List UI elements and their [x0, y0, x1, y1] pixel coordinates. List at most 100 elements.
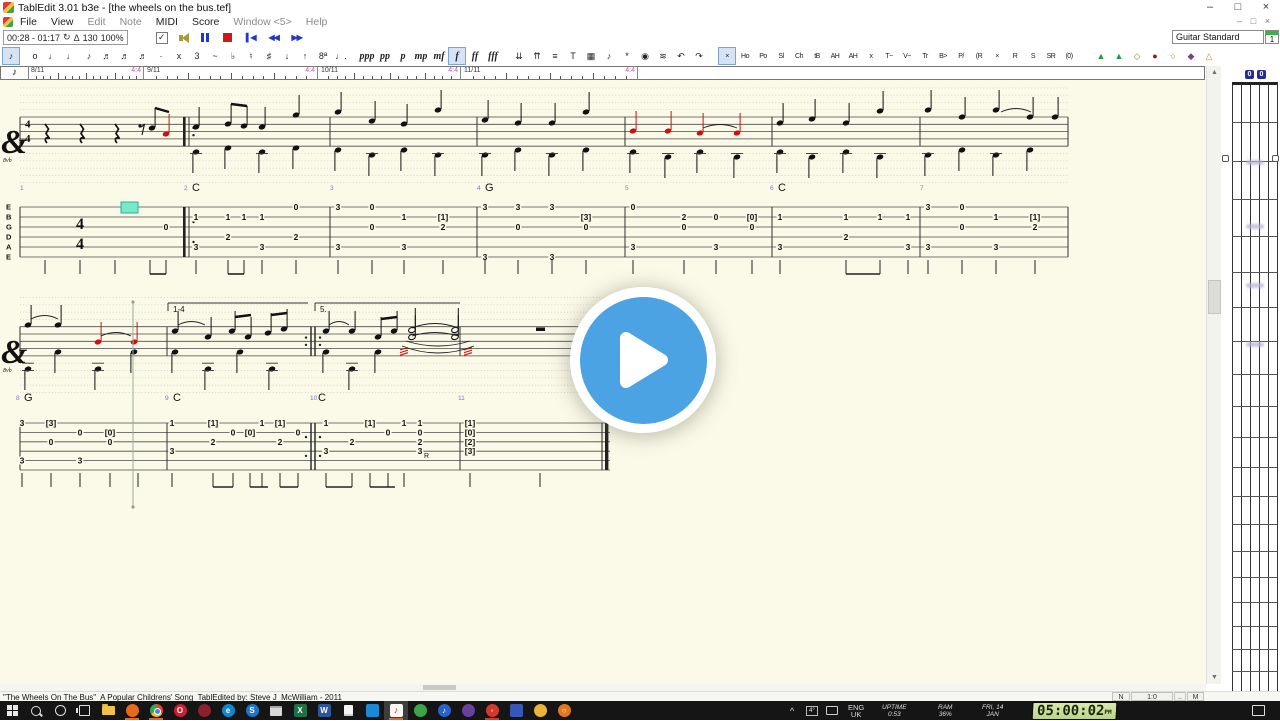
thirtysecond-note[interactable]: ♬ — [116, 47, 134, 65]
dynamic-mp[interactable]: mp — [412, 47, 430, 65]
mdi-restore-button[interactable]: □ — [1247, 16, 1260, 28]
taskbar-skype-icon[interactable]: S — [240, 701, 264, 720]
dead-note[interactable]: x — [170, 47, 188, 65]
taskbar-mail-icon[interactable] — [264, 701, 288, 720]
tray-clock[interactable]: 05:00:02PM — [1031, 701, 1118, 720]
note-tool[interactable]: ♪ — [600, 47, 618, 65]
grid-tool[interactable]: ▦ — [582, 47, 600, 65]
octave[interactable]: 8ª — [314, 47, 332, 65]
taskbar-firefox-icon[interactable] — [120, 701, 144, 720]
tray-expand-caret[interactable]: ^ — [790, 701, 794, 720]
fx-vibrato[interactable]: V~ — [898, 47, 916, 65]
menu-window-5-[interactable]: Window <5> — [226, 15, 298, 29]
fx-pull-off[interactable]: Po — [754, 47, 772, 65]
ruler-section-10-11[interactable]: 10/11 4:4 — [319, 67, 461, 79]
marker-olive-circle[interactable]: ○ — [1164, 47, 1182, 65]
dynamic-fff[interactable]: fff — [484, 47, 502, 65]
horizontal-scrollbar[interactable] — [0, 684, 1206, 691]
fx-slap-roll[interactable]: SR — [1042, 47, 1060, 65]
horizontal-scroll-thumb[interactable] — [423, 685, 456, 690]
taskbar-screen-recorder-icon[interactable]: ◦ — [480, 701, 504, 720]
fx-bend[interactable]: B> — [934, 47, 952, 65]
undo[interactable]: ↶ — [672, 47, 690, 65]
natural[interactable]: ♮ — [242, 47, 260, 65]
pause-button[interactable] — [195, 31, 215, 45]
taskbar-app-purple-icon[interactable] — [456, 701, 480, 720]
fx-choke[interactable]: Ch — [790, 47, 808, 65]
taskbar-search-icon[interactable] — [24, 701, 48, 720]
tray-language-indicator[interactable]: ENG UK — [848, 701, 864, 720]
target-tool[interactable]: ◉ — [636, 47, 654, 65]
menu-edit[interactable]: Edit — [81, 15, 113, 29]
vertical-scrollbar[interactable]: ▲ ▼ — [1206, 66, 1221, 684]
sixtyfourth-note[interactable]: ♬ — [134, 47, 152, 65]
tie[interactable]: ~ — [206, 47, 224, 65]
fast-forward-button[interactable]: ▶▶ — [287, 31, 307, 45]
special-tool[interactable]: * — [618, 47, 636, 65]
dynamic-mf[interactable]: mf — [430, 47, 448, 65]
playback-position-field[interactable]: 00:28 - 01:17 ↻ Δ 130 100% — [3, 30, 128, 45]
taskbar-word-icon[interactable]: W — [312, 701, 336, 720]
fx-artificial-harmonic[interactable]: AH — [826, 47, 844, 65]
fx-ghost[interactable]: x — [862, 47, 880, 65]
sharp[interactable]: ♯ — [260, 47, 278, 65]
dotted-quarter[interactable]: ♩. — [332, 47, 350, 65]
action-center-icon[interactable] — [1252, 701, 1265, 720]
scroll-up-arrow[interactable]: ▲ — [1208, 66, 1221, 79]
marker-green-up2[interactable]: ▲ — [1110, 47, 1128, 65]
taskbar-app-blue-icon[interactable] — [504, 701, 528, 720]
fx-trill[interactable]: Tr — [916, 47, 934, 65]
triplet[interactable]: 3 — [188, 47, 206, 65]
menu-note[interactable]: Note — [113, 15, 149, 29]
dynamic-ppp[interactable]: ppp — [358, 47, 376, 65]
marker-purple-diamond[interactable]: ◆ — [1182, 47, 1200, 65]
taskbar-magnifier-app-icon[interactable]: ○ — [552, 701, 576, 720]
text-tool[interactable]: T — [564, 47, 582, 65]
metronome-icon[interactable]: Δ — [74, 33, 80, 43]
fx-rasgueado[interactable]: R — [1006, 47, 1024, 65]
maximize-button[interactable]: □ — [1224, 0, 1252, 15]
taskbar-photos-icon[interactable] — [360, 701, 384, 720]
scroll-down-arrow[interactable]: ▼ — [1208, 671, 1221, 684]
taskbar-edge-icon[interactable]: e — [216, 701, 240, 720]
minimize-button[interactable]: – — [1196, 0, 1224, 15]
sixteenth-note[interactable]: ♬ — [98, 47, 116, 65]
marker-green-up[interactable]: ▲ — [1092, 47, 1110, 65]
menu-score[interactable]: Score — [185, 15, 226, 29]
open-string-marker[interactable]: 0 — [1245, 70, 1254, 79]
redo[interactable]: ↷ — [690, 47, 708, 65]
dotted-note[interactable]: · — [152, 47, 170, 65]
fx-slide[interactable]: Sl — [772, 47, 790, 65]
measure-ruler[interactable]: ♪ 8/11 4:4 9/11 4:4 10/11 4:4 11/11 4:4 — [0, 66, 1205, 80]
mdi-close-button[interactable]: × — [1261, 16, 1274, 28]
quarter-note[interactable]: ♩ — [62, 47, 80, 65]
mdi-minimize-button[interactable]: – — [1233, 16, 1246, 28]
fx-hammer-on[interactable]: Ho — [736, 47, 754, 65]
fretboard-panel[interactable]: 00 — [1221, 46, 1280, 701]
instrument-spinner[interactable]: 1 — [1265, 30, 1279, 44]
marker-orange-triangle[interactable]: △ — [1200, 47, 1218, 65]
marker-olive-diamond[interactable]: ◇ — [1128, 47, 1146, 65]
menu-file[interactable]: File — [13, 15, 44, 29]
eighth-note[interactable]: ♪ — [80, 47, 98, 65]
shift-up[interactable]: ↑ — [296, 47, 314, 65]
dynamic-ff[interactable]: ff — [466, 47, 484, 65]
fx-slap[interactable]: S — [1024, 47, 1042, 65]
half-note[interactable]: ♩ — [44, 47, 62, 65]
video-play-button[interactable] — [570, 287, 716, 433]
open-string-marker[interactable]: 0 — [1257, 70, 1266, 79]
fx-dead[interactable]: × — [988, 47, 1006, 65]
align[interactable]: ≡ — [546, 47, 564, 65]
fx-tremolo-bar[interactable]: tB — [808, 47, 826, 65]
whole-note[interactable]: o — [26, 47, 44, 65]
taskbar-file-explorer-icon[interactable] — [96, 701, 120, 720]
skip-start-button[interactable]: ▌◀ — [241, 31, 261, 45]
ruler-section-8-11[interactable]: 8/11 4:4 — [29, 67, 144, 79]
shift-down[interactable]: ↓ — [278, 47, 296, 65]
taskbar-opera-icon[interactable]: O — [168, 701, 192, 720]
edit-mode[interactable]: ♪ — [2, 47, 20, 65]
taskbar-app-yellow-icon[interactable] — [528, 701, 552, 720]
taskbar-start-icon[interactable] — [0, 701, 24, 720]
instrument-selector[interactable]: Guitar Standard — [1172, 30, 1264, 44]
dynamic-f[interactable]: f — [448, 47, 466, 65]
